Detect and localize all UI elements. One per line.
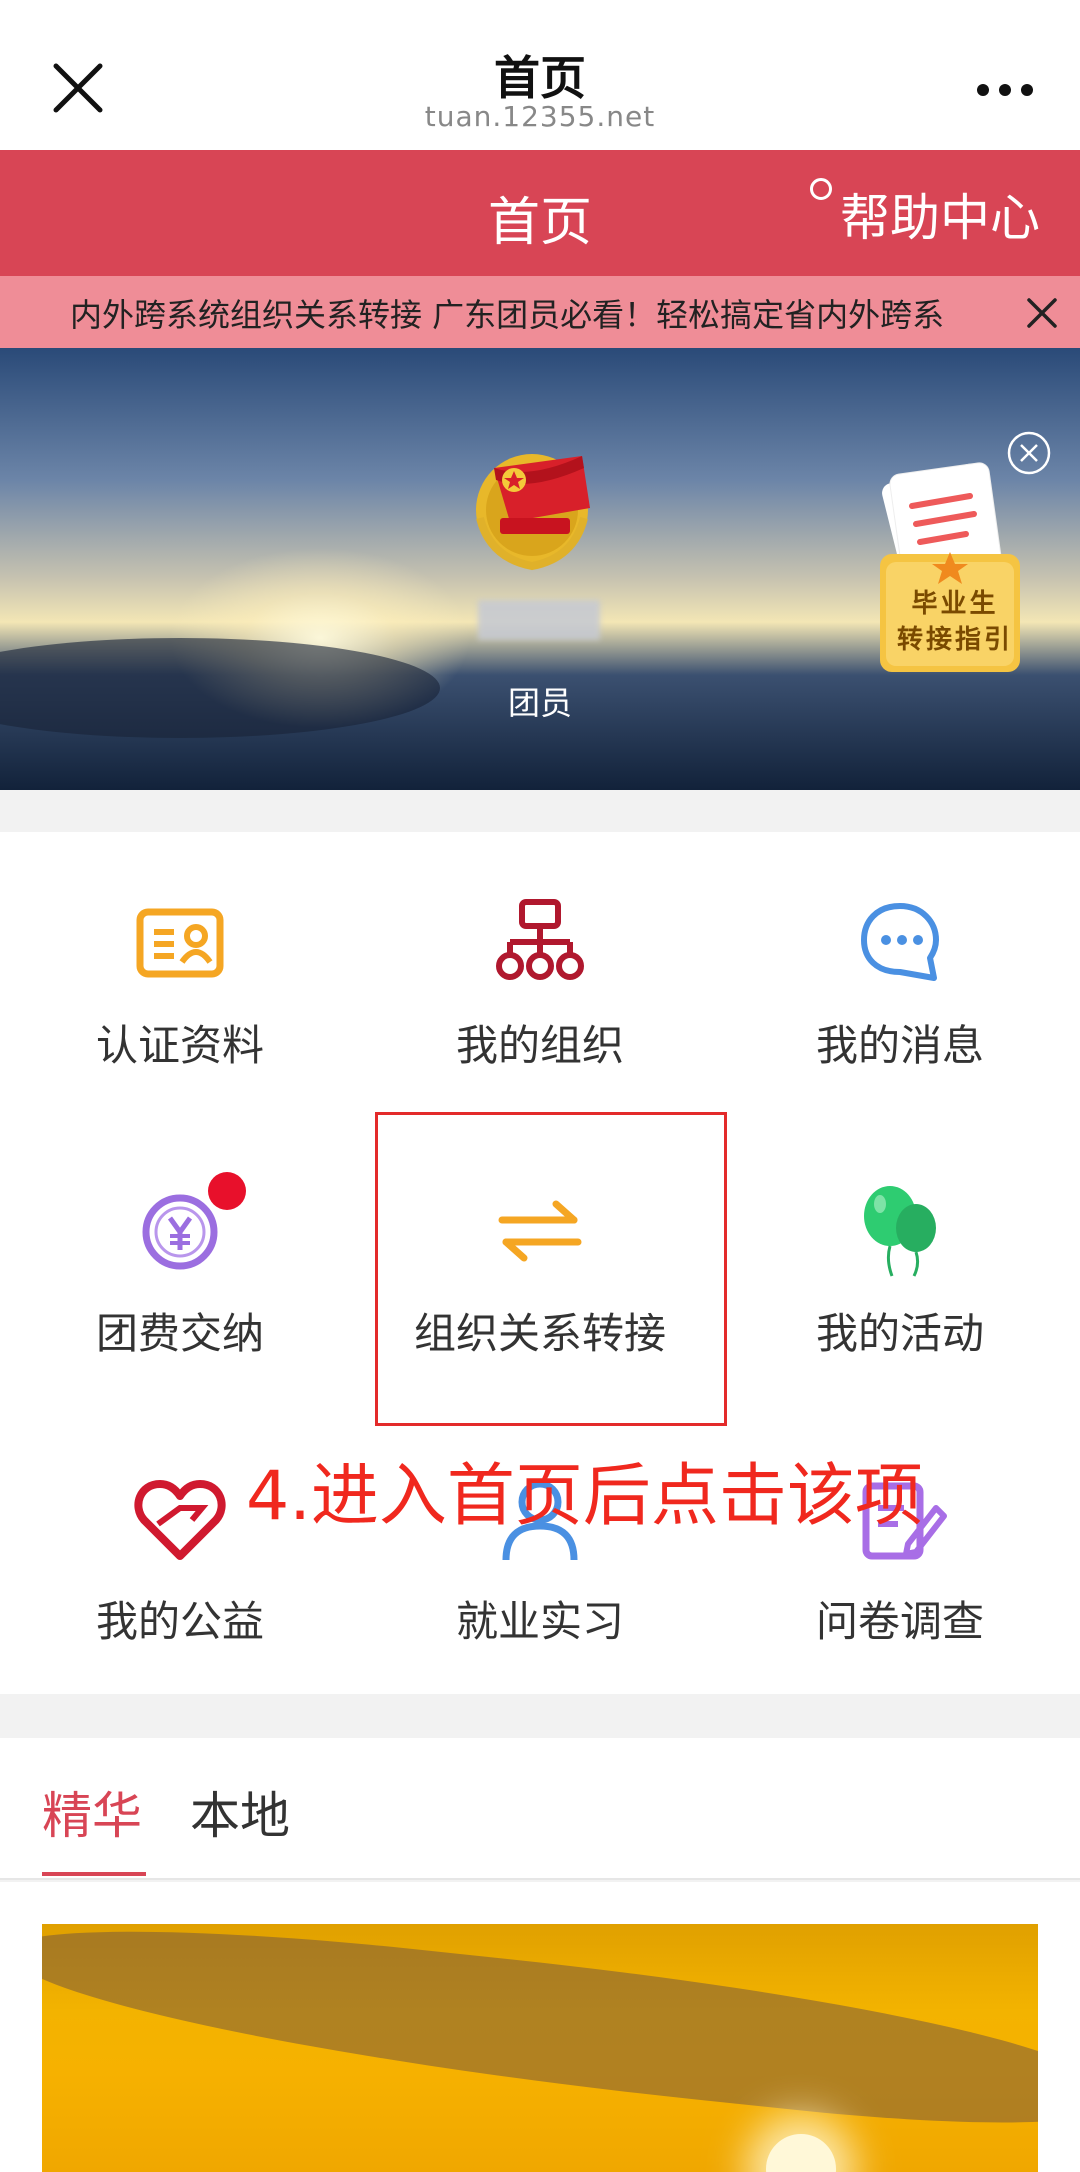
- cover-cloud: [42, 1924, 1038, 2142]
- instruction-annotation: 4.进入首页后点击该项: [246, 1457, 923, 1536]
- tab-featured[interactable]: 精华: [42, 1776, 142, 1848]
- page: 首页 tuan.12355.net 首页 帮助中心 内外跨系统组织关系转接 广东…: [0, 0, 1080, 2172]
- graduate-guide-line2: 转接指引: [896, 625, 1013, 655]
- notification-dot: [208, 1172, 246, 1210]
- help-center-link[interactable]: 帮助中心: [840, 178, 1040, 250]
- grid-item-my-organization[interactable]: 我的组织: [360, 832, 720, 1112]
- grid-item-label: 我的活动: [815, 1309, 984, 1358]
- page-url: tuan.12355.net: [424, 100, 656, 133]
- grid-item-label: 问卷调查: [815, 1597, 984, 1646]
- more-options-icon[interactable]: [975, 82, 1035, 98]
- profile-card-icon: [136, 908, 224, 978]
- org-chart-icon: [496, 899, 584, 980]
- grid-item-my-activities[interactable]: 我的活动: [720, 1120, 1080, 1400]
- grid-item-label: 我的公益: [95, 1597, 264, 1646]
- active-tab-indicator: [42, 1872, 146, 1876]
- content-tabs: 精华 本地: [0, 1738, 1080, 1880]
- page-title: 首页: [494, 51, 586, 105]
- article-feed: [0, 1882, 1080, 2172]
- grid-item-label: 认证资料: [95, 1021, 264, 1070]
- app-header: 首页 帮助中心: [0, 150, 1080, 276]
- cover-sun: [766, 2134, 836, 2172]
- graduate-guide-line1: 毕业生: [911, 589, 999, 619]
- tab-local[interactable]: 本地: [190, 1776, 290, 1848]
- graduate-guide-label[interactable]: 毕业生 转接指引: [880, 586, 1030, 658]
- heart-hand-icon: [134, 1480, 226, 1560]
- member-role: 团员: [507, 684, 572, 722]
- grid-item-league-fee[interactable]: 团费交纳: [0, 1120, 360, 1400]
- notice-text[interactable]: 内外跨系统组织关系转接 广东团员必看！轻松搞定省内外跨系: [70, 290, 944, 336]
- chat-bubble-icon: [861, 903, 939, 981]
- grid-item-label: 我的消息: [815, 1021, 984, 1070]
- grid-item-label: 我的组织: [455, 1021, 624, 1070]
- league-emblem-icon: [476, 454, 590, 571]
- balloons-icon: [864, 1186, 936, 1277]
- username-redacted: [478, 600, 600, 640]
- article-cover-image[interactable]: [42, 1924, 1038, 2172]
- highlight-annotation-box: [375, 1112, 727, 1426]
- notice-marquee[interactable]: 内外跨系统组织关系转接 广东团员必看！轻松搞定省内外跨系: [0, 276, 1080, 348]
- grid-item-my-messages[interactable]: 我的消息: [720, 832, 1080, 1112]
- help-dot-icon: [810, 178, 832, 200]
- grid-item-label: 就业实习: [455, 1597, 624, 1646]
- notice-close-icon[interactable]: [1026, 297, 1058, 329]
- top-nav-bar: 首页 tuan.12355.net: [0, 0, 1080, 150]
- grid-item-certification[interactable]: 认证资料: [0, 832, 360, 1112]
- grid-item-label: 团费交纳: [95, 1309, 264, 1358]
